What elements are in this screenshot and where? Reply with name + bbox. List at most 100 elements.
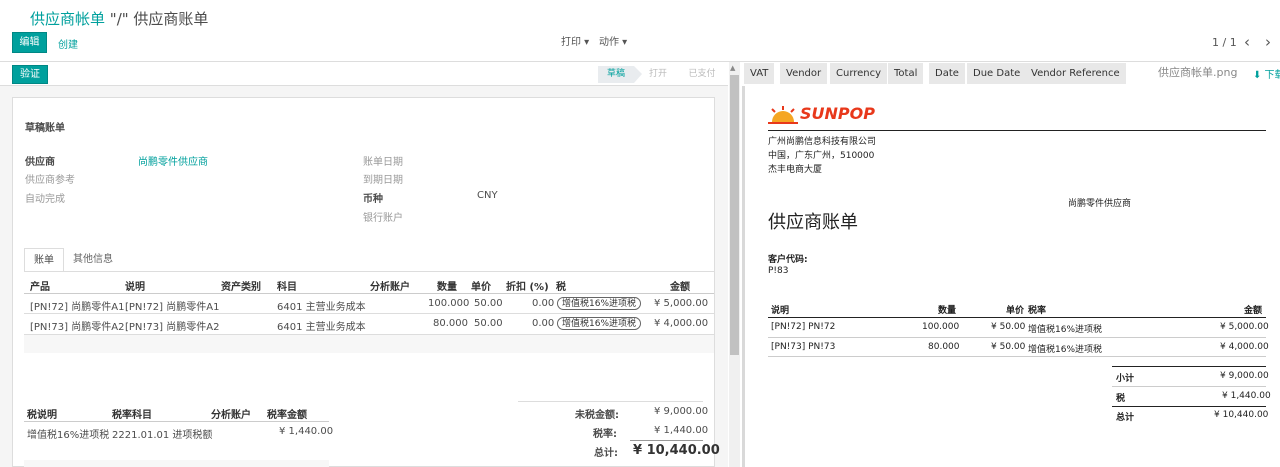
report-header-tax: 税率 — [1028, 306, 1047, 316]
table-empty-row — [24, 335, 714, 353]
bill-date-label: 账单日期 — [363, 157, 403, 168]
company-address-line1: 中国，广东广州，510000 — [768, 151, 875, 161]
tax-empty-row — [24, 460, 329, 467]
tax-account: 2221.01.01 进项税额 — [112, 430, 213, 441]
column-date-button[interactable]: Date — [929, 63, 966, 84]
stage-paid[interactable]: 已支付 — [684, 66, 720, 83]
report-row-quantity: 100.000 — [922, 322, 960, 332]
due-date-label: 到期日期 — [363, 175, 403, 186]
total-label: 总计: — [594, 448, 618, 459]
validate-button[interactable]: 验证 — [12, 65, 48, 84]
report-total-label: 总计 — [1116, 413, 1135, 423]
action-dropdown[interactable]: 动作 ▾ — [599, 33, 627, 48]
column-header-tax[interactable]: 税 — [556, 278, 566, 293]
total-divider — [630, 440, 703, 441]
stage-open[interactable]: 打开 — [644, 66, 672, 83]
stage-arrow-icon — [634, 66, 642, 83]
column-header-quantity[interactable]: 数量 — [437, 278, 457, 293]
sun-logo-icon — [768, 106, 798, 124]
edit-button[interactable]: 编辑 — [12, 32, 47, 53]
tax-badge: 增值税16%进项税 — [557, 297, 642, 310]
company-address-line2: 杰丰电商大厦 — [768, 165, 823, 175]
line-account: 6401 主营业务成本 — [277, 302, 366, 313]
report-header-amount: 金额 — [1244, 306, 1263, 316]
report-row-description: [PN!73] PN!73 — [771, 342, 836, 352]
column-vendor-button[interactable]: Vendor — [780, 63, 829, 84]
totals-divider — [518, 401, 703, 402]
tax-column-account: 税率科目 — [112, 410, 152, 421]
column-due-date-button[interactable]: Due Date — [967, 63, 1028, 84]
column-header-description[interactable]: 说明 — [125, 278, 145, 293]
download-button[interactable]: ⬇ 下载 — [1253, 66, 1280, 81]
line-product: [PN!73] 尚鹏零件A2 — [30, 322, 125, 333]
report-row-description: [PN!72] PN!72 — [771, 322, 836, 332]
auto-complete-label: 自动完成 — [25, 194, 65, 205]
currency-label: 币种 — [363, 194, 383, 205]
attachment-file-name: 供应商帐单.png — [1158, 66, 1238, 79]
line-product: [PN!72] 尚鹏零件A1 — [30, 302, 125, 313]
line-discount: 0.00 — [532, 298, 555, 309]
scroll-up-icon[interactable]: ▲ — [730, 64, 735, 72]
column-header-discount[interactable]: 折扣 (%) — [506, 278, 549, 293]
line-amount: ¥ 4,000.00 — [654, 318, 709, 329]
report-row-quantity: 80.000 — [928, 342, 960, 352]
table-header-divider — [24, 293, 714, 294]
tax-amount: ¥ 1,440.00 — [279, 426, 334, 437]
stage-draft[interactable]: 草稿 — [598, 66, 634, 83]
customer-code-label: 客户代码: — [768, 255, 808, 265]
column-header-product[interactable]: 产品 — [30, 278, 50, 293]
report-subtotal-rule — [1112, 386, 1266, 387]
line-description: [PN!73] 尚鹏零件A2 — [125, 322, 220, 333]
tab-other-info[interactable]: 其他信息 — [66, 248, 120, 272]
customer-code-value: P!83 — [768, 266, 789, 276]
tax-amount-label: 税率: — [593, 429, 617, 440]
currency-field[interactable]: CNY — [477, 190, 498, 201]
row-divider — [24, 313, 714, 314]
scroll-thumb[interactable] — [730, 75, 739, 355]
untaxed-amount-value: ¥ 9,000.00 — [654, 406, 709, 417]
tab-bill[interactable]: 账单 — [24, 248, 64, 272]
create-button[interactable]: 创建 — [58, 36, 78, 51]
form-title: 草稿账单 — [25, 123, 65, 134]
pager-value[interactable]: 1 / 1 — [1212, 36, 1237, 49]
line-account: 6401 主营业务成本 — [277, 322, 366, 333]
column-currency-button[interactable]: Currency — [830, 63, 889, 84]
tax-header-divider — [24, 421, 329, 422]
pager-previous-icon[interactable]: ‹ — [1244, 33, 1250, 51]
breadcrumb-current: "/" 供应商账单 — [109, 10, 209, 28]
report-header-description: 说明 — [771, 306, 790, 316]
pager-next-icon[interactable]: › — [1265, 33, 1271, 51]
column-total-button[interactable]: Total — [888, 63, 925, 84]
tax-badge: 增值税16%进项税 — [557, 317, 642, 330]
column-header-amount[interactable]: 金额 — [670, 278, 690, 293]
tax-amount-value: ¥ 1,440.00 — [654, 425, 709, 436]
tax-column-amount: 税率金额 — [267, 410, 307, 421]
report-row-amount: ¥ 4,000.00 — [1220, 342, 1269, 352]
column-header-account[interactable]: 科目 — [277, 278, 297, 293]
column-header-unit-price[interactable]: 单价 — [471, 278, 491, 293]
line-discount: 0.00 — [532, 318, 555, 329]
untaxed-amount-label: 未税金额: — [575, 410, 619, 421]
column-vendor-reference-button[interactable]: Vendor Reference — [1025, 63, 1127, 84]
bank-account-label: 银行账户 — [363, 213, 403, 224]
report-row-price: ¥ 50.00 — [991, 322, 1026, 332]
column-vat-button[interactable]: VAT — [744, 63, 776, 84]
report-table-rule — [768, 317, 1266, 318]
company-logo: SUNPOP — [768, 104, 878, 124]
column-header-analytic-account[interactable]: 分析账户 — [370, 278, 410, 293]
vendor-label: 供应商 — [25, 157, 55, 168]
report-header-quantity: 数量 — [938, 306, 957, 316]
breadcrumb-parent[interactable]: 供应商帐单 — [30, 10, 105, 28]
report-row-rule — [768, 337, 1266, 338]
report-row-rule — [768, 356, 1266, 357]
line-unit-price: 50.00 — [474, 298, 503, 309]
line-unit-price: 50.00 — [474, 318, 503, 329]
tax-column-analytic: 分析账户 — [211, 410, 251, 421]
print-dropdown[interactable]: 打印 ▾ — [561, 33, 589, 48]
vendor-field[interactable]: 尚鹏零件供应商 — [138, 153, 208, 168]
line-description: [PN!72] 尚鹏零件A1 — [125, 302, 220, 313]
line-amount: ¥ 5,000.00 — [654, 298, 709, 309]
line-quantity: 100.000 — [428, 298, 470, 309]
report-row-tax: 增值税16%进项税 — [1028, 325, 1103, 335]
column-header-asset-category[interactable]: 资产类别 — [221, 278, 261, 293]
